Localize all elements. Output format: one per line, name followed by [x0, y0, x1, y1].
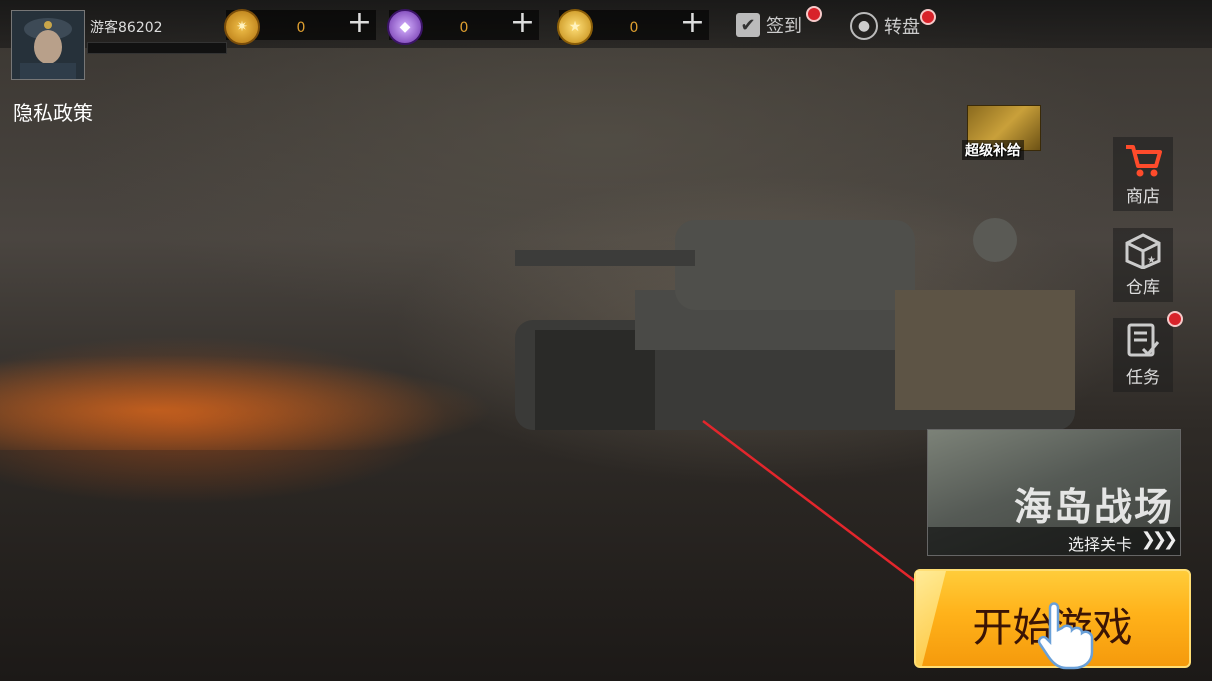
- resource-gems: ◆ 0 +: [387, 8, 539, 45]
- purple-gem-icon: ◆: [387, 9, 423, 45]
- supply-label: 超级补给: [962, 140, 1024, 160]
- tasks-notification-badge: [1167, 311, 1183, 327]
- gold-coin-icon: ★: [557, 9, 593, 45]
- gem-count: 0: [459, 20, 469, 36]
- shop-button[interactable]: 商店: [1113, 137, 1173, 211]
- medal-count: 0: [296, 20, 306, 36]
- checkin-label: 签到: [766, 16, 802, 37]
- warehouse-label: 仓库: [1126, 278, 1160, 298]
- coin-count: 0: [629, 20, 639, 36]
- wheel-button[interactable]: ● 转盘: [850, 12, 920, 40]
- soldier-portrait-icon: [12, 11, 84, 79]
- checkbox-icon: ✔: [736, 13, 760, 37]
- svg-text:★: ★: [1147, 255, 1156, 266]
- map-select-bar: 选择关卡 ❯❯❯: [928, 527, 1180, 555]
- map-select-card[interactable]: 海岛战场 选择关卡 ❯❯❯: [927, 429, 1181, 556]
- checkin-button[interactable]: ✔ 签到: [736, 12, 802, 38]
- pointing-hand-icon: [1037, 602, 1094, 670]
- spin-wheel-icon: ●: [850, 12, 878, 40]
- add-medals-button[interactable]: +: [347, 8, 372, 38]
- warehouse-button[interactable]: ★ 仓库: [1113, 228, 1173, 302]
- player-name: 游客86202: [90, 20, 163, 36]
- chevrons-right-icon: ❯❯❯: [1140, 529, 1178, 550]
- experience-bar: [87, 42, 227, 54]
- resource-coins: ★ 0 +: [557, 8, 709, 45]
- task-list-icon: [1122, 321, 1164, 361]
- checkin-notification-badge: [806, 6, 822, 22]
- resource-medals: ✷ 0 +: [224, 8, 376, 45]
- add-coins-button[interactable]: +: [680, 8, 705, 38]
- tasks-button[interactable]: 任务: [1113, 318, 1173, 392]
- wheel-label: 转盘: [884, 17, 920, 38]
- privacy-policy-link[interactable]: 隐私政策: [13, 97, 93, 126]
- map-select-label: 选择关卡: [1067, 535, 1132, 554]
- warehouse-box-icon: ★: [1122, 231, 1164, 271]
- shop-label: 商店: [1126, 187, 1160, 207]
- add-gems-button[interactable]: +: [510, 8, 535, 38]
- tasks-label: 任务: [1126, 368, 1160, 388]
- player-avatar[interactable]: [11, 10, 85, 80]
- map-title: 海岛战场: [1013, 485, 1174, 529]
- gold-medal-icon: ✷: [224, 9, 260, 45]
- super-supply-button[interactable]: 超级补给: [957, 105, 1053, 160]
- shopping-cart-icon: [1122, 140, 1164, 180]
- wheel-notification-badge: [920, 9, 936, 25]
